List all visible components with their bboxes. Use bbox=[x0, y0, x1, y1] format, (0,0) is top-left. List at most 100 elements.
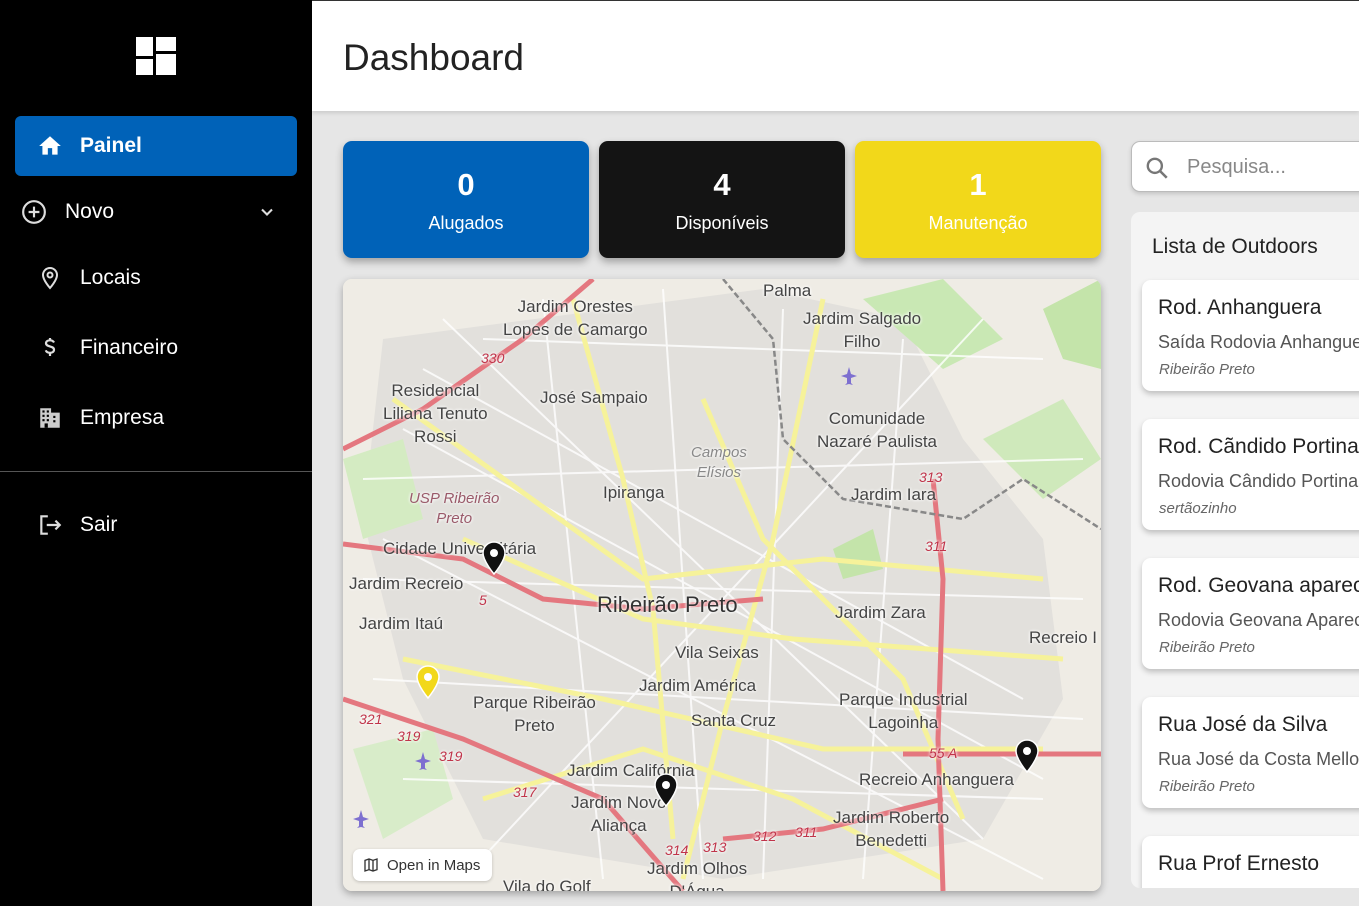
outdoor-address: Rua José da Costa Mello bbox=[1158, 749, 1359, 769]
map-place-label: Jardim Roberto Benedetti bbox=[833, 808, 950, 850]
map-pin-marker[interactable] bbox=[481, 541, 507, 575]
map-icon bbox=[364, 858, 378, 872]
sidebar-item-label: Painel bbox=[80, 134, 142, 157]
outdoor-address: Saída Rodovia Anhanguera bbox=[1158, 332, 1359, 352]
sidebar-item-novo[interactable]: Novo bbox=[15, 182, 297, 242]
map-road-label: 321 bbox=[359, 711, 383, 727]
map-road-label: 319 bbox=[397, 728, 421, 744]
chevron-down-icon bbox=[261, 208, 273, 216]
search-input[interactable] bbox=[1187, 152, 1359, 182]
sidebar-item-label: Sair bbox=[80, 513, 118, 536]
outdoor-list-item[interactable]: Rod. Cãndido Portinari Rodovia Cândido P… bbox=[1142, 419, 1359, 530]
outdoor-address: Rodovia Cândido Portinari bbox=[1158, 471, 1359, 491]
dashboard-logo-icon[interactable] bbox=[136, 37, 176, 75]
page-title: Dashboard bbox=[343, 37, 525, 78]
map-road-label: 317 bbox=[513, 784, 537, 800]
sidebar-item-empresa[interactable]: Empresa bbox=[15, 388, 297, 448]
map-place-label: Santa Cruz bbox=[691, 711, 777, 730]
map-place-label: Jardim Recreio bbox=[349, 574, 464, 593]
map-road-label: 312 bbox=[753, 828, 777, 844]
sidebar-item-label: Locais bbox=[80, 266, 141, 289]
map-place-label: Jardim Zara bbox=[835, 603, 926, 622]
map-road-label: 311 bbox=[925, 538, 948, 554]
map-city-label: Ribeirão Preto bbox=[597, 592, 738, 617]
outdoor-title: Rua José da Silva bbox=[1158, 713, 1328, 736]
map-road-label: 5 bbox=[479, 592, 487, 608]
logout-icon bbox=[37, 512, 63, 538]
outdoor-city: Ribeirão Preto bbox=[1159, 361, 1255, 378]
sidebar-item-financeiro[interactable]: Financeiro bbox=[15, 318, 297, 378]
map-place-label: USP Ribeirão Preto bbox=[409, 490, 500, 527]
search-box[interactable] bbox=[1131, 141, 1359, 192]
outdoor-address: Rodovia Geovana Aparecida bbox=[1158, 610, 1359, 630]
map-place-label: Ipiranga bbox=[603, 483, 665, 502]
map-pin-icon bbox=[37, 265, 63, 291]
map[interactable]: Palma Jardim Orestes Lopes de Camargo Jardi… bbox=[343, 279, 1101, 891]
stat-card-disponiveis[interactable]: 4 Disponíveis bbox=[599, 141, 845, 258]
stat-card-manutencao[interactable]: 1 Manutenção bbox=[855, 141, 1101, 258]
map-place-label: Cidade Universitária bbox=[383, 539, 537, 558]
outdoor-title: Rod. Anhanguera bbox=[1158, 296, 1322, 319]
open-in-maps-label: Open in Maps bbox=[387, 856, 481, 874]
sidebar-divider bbox=[0, 471, 312, 472]
outdoor-list-item[interactable]: Rod. Geovana aparecida Rodovia Geovana A… bbox=[1142, 558, 1359, 669]
map-place-label: Jardim OlhosD'Água bbox=[647, 859, 748, 891]
map-place-label: Vila do Golf bbox=[503, 877, 591, 891]
map-road-label: 319 bbox=[439, 748, 463, 764]
map-place-label: Palma bbox=[763, 281, 812, 300]
outdoor-list-item[interactable]: Rod. Anhanguera Saída Rodovia Anhanguera… bbox=[1142, 280, 1359, 391]
map-place-label: José Sampaio bbox=[540, 388, 648, 407]
sidebar-item-locais[interactable]: Locais bbox=[15, 248, 297, 308]
sidebar-item-label: Empresa bbox=[80, 406, 165, 429]
outdoor-city: Ribeirão Preto bbox=[1159, 639, 1255, 656]
map-place-label: Recreio I bbox=[1029, 628, 1098, 647]
map-place-label: Jardim Salgado Filho bbox=[803, 309, 922, 351]
map-road-label: 313 bbox=[919, 469, 943, 485]
map-place-label: Parque Ribeirão Preto bbox=[473, 693, 596, 735]
map-pin-marker-maintenance[interactable] bbox=[415, 665, 441, 699]
map-road-label: 311 bbox=[795, 824, 818, 840]
sidebar-item-label: Financeiro bbox=[80, 336, 179, 359]
map-pin-marker[interactable] bbox=[1014, 739, 1040, 773]
open-in-maps-button[interactable]: Open in Maps bbox=[353, 849, 493, 881]
map-place-label: Recreio Anhanguera bbox=[859, 770, 1015, 789]
outdoor-list-item[interactable]: Rua José da Silva Rua José da Costa Mell… bbox=[1142, 697, 1359, 808]
outdoor-list-panel: Lista de Outdoors Rod. Anhanguera Saída … bbox=[1131, 212, 1359, 888]
map-place-label: Jardim Itaú bbox=[359, 614, 444, 633]
map-place-label: Parque Industrial Lagoinha bbox=[839, 690, 968, 732]
building-icon bbox=[37, 405, 63, 431]
search-icon bbox=[1146, 157, 1168, 179]
stat-value: 0 bbox=[457, 167, 475, 202]
map-pin-marker[interactable] bbox=[653, 773, 679, 807]
map-road-label: 313 bbox=[703, 839, 727, 855]
stat-value: 1 bbox=[969, 167, 987, 202]
sidebar-item-sair[interactable]: Sair bbox=[15, 495, 297, 555]
outdoor-title: Rod. Cãndido Portinari bbox=[1158, 435, 1359, 458]
stat-value: 4 bbox=[713, 167, 731, 202]
map-place-label: Jardim América bbox=[639, 676, 757, 695]
stat-label: Manutenção bbox=[928, 213, 1028, 233]
outdoor-city: Ribeirão Preto bbox=[1159, 778, 1255, 795]
map-road-label: 330 bbox=[481, 350, 505, 366]
stat-label: Disponíveis bbox=[675, 213, 769, 233]
outdoor-list-item[interactable]: Rua Prof Ernesto bbox=[1142, 836, 1359, 888]
plus-circle-icon bbox=[21, 199, 47, 225]
map-place-label: Residencial Liliana Tenuto Rossi bbox=[383, 381, 488, 446]
sidebar: Painel Novo Locais Financeiro Empresa Sa… bbox=[0, 0, 312, 906]
header: Dashboard bbox=[312, 0, 1359, 111]
sidebar-item-painel[interactable]: Painel bbox=[15, 116, 297, 176]
map-place-label: Jardim Orestes Lopes de Camargo bbox=[503, 297, 648, 339]
map-place-label: Comunidade Nazaré Paulista bbox=[817, 409, 938, 451]
outdoor-city: sertãozinho bbox=[1159, 500, 1237, 517]
stat-card-alugados[interactable]: 0 Alugados bbox=[343, 141, 589, 258]
map-place-label: Campos Elísios bbox=[691, 444, 747, 481]
map-road-label: 314 bbox=[665, 842, 689, 858]
sidebar-item-label: Novo bbox=[65, 200, 115, 223]
outdoor-title: Rod. Geovana aparecida bbox=[1158, 574, 1359, 597]
map-place-label: Vila Seixas bbox=[675, 643, 759, 662]
outdoor-list-title: Lista de Outdoors bbox=[1152, 235, 1318, 258]
home-icon bbox=[37, 133, 63, 159]
dollar-icon bbox=[37, 335, 63, 361]
map-road-label: 55 A bbox=[929, 745, 958, 761]
outdoor-title: Rua Prof Ernesto bbox=[1158, 852, 1320, 875]
